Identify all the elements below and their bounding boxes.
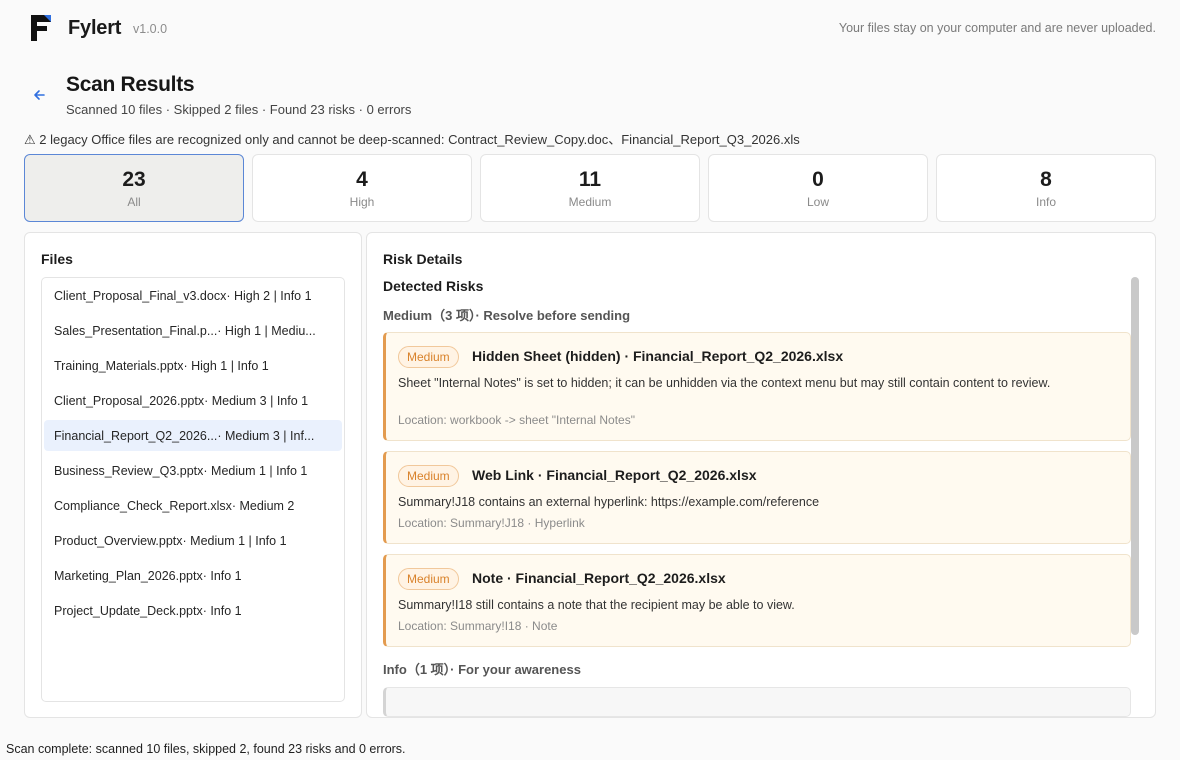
file-item[interactable]: Project_Update_Deck.pptx · Info 1	[44, 595, 342, 626]
files-panel-title: Files	[41, 251, 73, 267]
privacy-note: Your files stay on your computer and are…	[838, 21, 1156, 35]
file-item[interactable]: Client_Proposal_Final_v3.docx · High 2 |…	[44, 280, 342, 311]
file-name: Business_Review_Q3.pptx	[54, 463, 204, 478]
scrollbar-thumb[interactable]	[1131, 277, 1139, 635]
severity-filter-cards: 23 All 4 High 11 Medium 0 Low 8 Info	[24, 154, 1156, 222]
file-item-selected[interactable]: Financial_Report_Q2_2026... · Medium 3 |…	[44, 420, 342, 451]
stat-card-high[interactable]: 4 High	[252, 154, 472, 222]
risk-location: Location: Summary!I18 · Note	[398, 619, 558, 633]
medium-group-heading: Medium（3 项）· Resolve before sending	[383, 308, 631, 323]
back-button[interactable]	[30, 86, 50, 104]
file-item[interactable]: Business_Review_Q3.pptx · Medium 1 | Inf…	[44, 455, 342, 486]
risk-location: Location: workbook -> sheet "Internal No…	[398, 413, 635, 427]
stat-value: 11	[578, 167, 602, 191]
stat-label: All	[127, 194, 141, 209]
risk-description: Summary!J18 contains an external hyperli…	[398, 495, 820, 509]
file-risk-counts: · High 2 | Info 1	[226, 288, 312, 303]
risk-location: Location: Summary!J18 · Hyperlink	[398, 516, 585, 530]
risk-title: Note · Financial_Report_Q2_2026.xlsx	[472, 570, 726, 586]
file-risk-counts: · High 1 | Mediu...	[217, 323, 316, 338]
severity-badge: Medium	[398, 346, 459, 368]
stat-value: 23	[122, 167, 146, 191]
file-risk-counts: · Medium 1 | Info 1	[203, 463, 308, 478]
risk-card-partial[interactable]	[383, 687, 1131, 717]
file-item[interactable]: Sales_Presentation_Final.p... · High 1 |…	[44, 315, 342, 346]
file-item[interactable]: Compliance_Check_Report.xlsx · Medium 2	[44, 490, 342, 521]
risk-details-title: Risk Details	[383, 251, 463, 267]
top-bar: Fylert v1.0.0 Your files stay on your co…	[0, 0, 1180, 58]
risk-card[interactable]: Medium Web Link · Financial_Report_Q2_20…	[383, 451, 1131, 544]
file-name: Sales_Presentation_Final.p...	[54, 323, 218, 338]
risk-card[interactable]: Medium Note · Financial_Report_Q2_2026.x…	[383, 554, 1131, 647]
file-item[interactable]: Client_Proposal_2026.pptx · Medium 3 | I…	[44, 385, 342, 416]
stat-value: 8	[1040, 167, 1052, 191]
risk-title: Web Link · Financial_Report_Q2_2026.xlsx	[472, 467, 757, 483]
stat-value: 4	[356, 167, 368, 191]
file-risk-counts: · Medium 1 | Info 1	[182, 533, 287, 548]
info-group-heading: Info（1 项）· For your awareness	[383, 662, 581, 677]
file-risk-counts: · Medium 3 | Info 1	[204, 393, 309, 408]
file-name: Client_Proposal_Final_v3.docx	[54, 288, 227, 303]
stat-label: Low	[806, 194, 829, 209]
severity-badge: Medium	[398, 568, 459, 590]
file-name: Client_Proposal_2026.pptx	[54, 393, 205, 408]
app-name: Fylert	[68, 17, 122, 39]
fylert-logo-icon	[31, 15, 51, 41]
file-risk-counts: · Info 1	[202, 568, 242, 583]
detected-risks-title: Detected Risks	[383, 278, 484, 294]
risk-title: Hidden Sheet (hidden) · Financial_Report…	[472, 348, 844, 364]
file-risk-counts: · High 1 | Info 1	[183, 358, 269, 373]
stat-card-all[interactable]: 23 All	[24, 154, 244, 222]
stat-label: Info	[1035, 194, 1056, 209]
stat-card-medium[interactable]: 11 Medium	[480, 154, 700, 222]
file-item[interactable]: Marketing_Plan_2026.pptx · Info 1	[44, 560, 342, 591]
stat-card-info[interactable]: 8 Info	[936, 154, 1156, 222]
status-bar: Scan complete: scanned 10 files, skipped…	[6, 742, 406, 756]
stat-label: Medium	[568, 194, 612, 209]
risk-description: Sheet "Internal Notes" is set to hidden;…	[398, 376, 1051, 390]
files-panel: Files Client_Proposal_Final_v3.docx · Hi…	[24, 232, 362, 718]
file-name: Financial_Report_Q2_2026...	[54, 428, 218, 443]
file-risk-counts: · Medium 3 | Inf...	[217, 428, 315, 443]
arrow-left-icon	[34, 90, 45, 100]
scan-summary: Scanned 10 files · Skipped 2 files · Fou…	[66, 102, 412, 117]
file-risk-counts: · Info 1	[202, 603, 242, 618]
app-version: v1.0.0	[133, 22, 168, 36]
file-list: Client_Proposal_Final_v3.docx · High 2 |…	[41, 277, 345, 702]
file-name: Marketing_Plan_2026.pptx	[54, 568, 203, 583]
file-name: Compliance_Check_Report.xlsx	[54, 498, 232, 513]
stat-label: High	[349, 194, 375, 209]
file-name: Project_Update_Deck.pptx	[54, 603, 203, 618]
risk-details-panel: Risk Details Detected Risks Medium（3 项）·…	[366, 232, 1156, 718]
file-name: Product_Overview.pptx	[54, 533, 183, 548]
risk-description: Summary!I18 still contains a note that t…	[398, 598, 795, 612]
file-name: Training_Materials.pptx	[54, 358, 184, 373]
page-title: Scan Results	[66, 73, 195, 96]
stat-value: 0	[812, 167, 824, 191]
legacy-file-warning: ⚠ 2 legacy Office files are recognized o…	[24, 132, 800, 147]
file-item[interactable]: Training_Materials.pptx · High 1 | Info …	[44, 350, 342, 381]
severity-badge: Medium	[398, 465, 459, 487]
file-risk-counts: · Medium 2	[231, 498, 295, 513]
file-item[interactable]: Product_Overview.pptx · Medium 1 | Info …	[44, 525, 342, 556]
risk-card[interactable]: Medium Hidden Sheet (hidden) · Financial…	[383, 332, 1131, 441]
stat-card-low[interactable]: 0 Low	[708, 154, 928, 222]
